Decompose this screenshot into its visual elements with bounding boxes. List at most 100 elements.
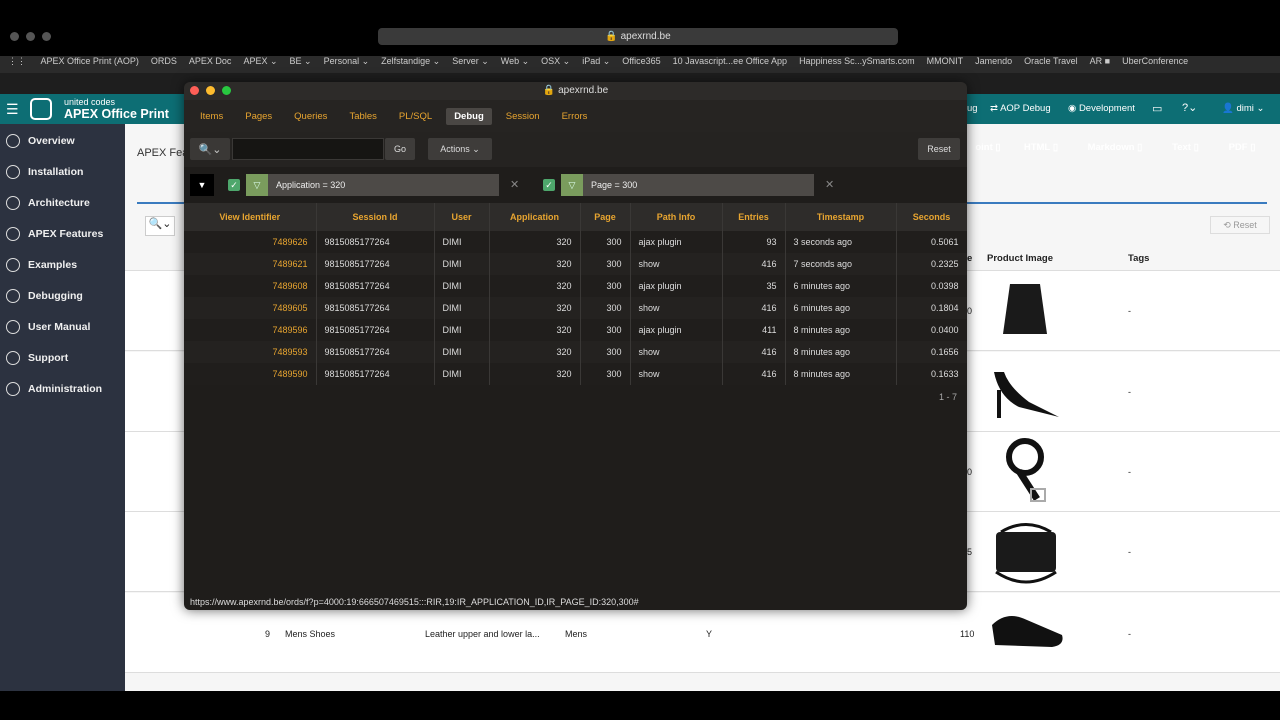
favorite-link[interactable]: BE ⌄ [290,56,312,67]
tab-debug[interactable]: Debug [446,107,492,125]
favorite-link[interactable]: OSX ⌄ [541,56,570,67]
bag-image [991,517,1057,584]
brand-line1: united codes [64,97,116,107]
cell-timestamp: 8 minutes ago [785,363,897,385]
sidebar-item-user-manual[interactable]: User Manual [0,311,125,342]
sidebar-item-apex-features[interactable]: APEX Features [0,218,125,249]
cell-timestamp: 8 minutes ago [785,341,897,363]
row-desc: Leather upper and lower la... [425,629,540,639]
view-identifier-link[interactable]: 7489590 [184,363,317,385]
markdown-export-button[interactable]: Markdown ▯ [1075,137,1155,158]
close-dot-icon[interactable] [190,86,199,95]
row-tags: - [1128,547,1131,557]
filter-checkbox-application[interactable]: ✓ [228,179,240,191]
minimize-dot-icon[interactable] [206,86,215,95]
help-icon[interactable]: ?⌄ [1182,101,1197,114]
favorite-link[interactable]: MMONIT [927,56,964,66]
reset-button[interactable]: Reset [918,138,960,160]
remove-filter-icon[interactable]: ✕ [825,178,834,191]
column-header-path-info[interactable]: Path Info [630,203,723,231]
favorite-link[interactable]: Office365 [622,56,660,66]
development-toggle[interactable]: ◉ Development [1068,103,1135,114]
sidebar-item-support[interactable]: Support [0,342,125,373]
filter-checkbox-page[interactable]: ✓ [543,179,555,191]
column-header-user[interactable]: User [434,203,490,231]
html-export-button[interactable]: HTML ▯ [1011,137,1071,158]
zoom-dot-icon[interactable] [222,86,231,95]
filter-page[interactable]: ▽ Page = 300 [561,174,814,196]
view-identifier-link[interactable]: 7489621 [184,253,317,275]
column-header-timestamp[interactable]: Timestamp [785,203,897,231]
tab-errors[interactable]: Errors [554,108,596,125]
favorite-link[interactable]: Server ⌄ [452,56,489,67]
sidebar-item-administration[interactable]: Administration [0,373,125,404]
tab-session[interactable]: Session [498,108,548,125]
remove-filter-icon[interactable]: ✕ [510,178,519,191]
favorite-link[interactable]: APEX Doc [189,56,232,66]
favorite-link[interactable]: Jamendo [975,56,1012,66]
collapse-toggle-icon[interactable]: ▼ [190,174,214,196]
powerpoint-export-button[interactable]: oint ▯ [970,137,1006,158]
view-identifier-link[interactable]: 7489608 [184,275,317,297]
user-menu[interactable]: 👤 dimi ⌄ [1222,103,1265,114]
view-identifier-link[interactable]: 7489593 [184,341,317,363]
tab-plsql[interactable]: PL/SQL [391,108,440,125]
column-header-seconds[interactable]: Seconds [896,203,967,231]
header-link-ug[interactable]: ug [967,103,978,114]
grid-icon[interactable]: ⋮⋮ [8,56,26,67]
tab-queries[interactable]: Queries [286,108,335,125]
favorite-link[interactable]: iPad ⌄ [582,56,610,67]
column-header-entries[interactable]: Entries [722,203,786,231]
view-identifier-link[interactable]: 7489626 [184,231,317,253]
column-header-session-id[interactable]: Session Id [316,203,435,231]
window-minimize-dot[interactable] [26,32,35,41]
aop-debug-link[interactable]: ⇄ AOP Debug [990,103,1051,114]
favorite-link[interactable]: Happiness Sc...ySmarts.com [799,56,915,66]
favorite-link[interactable]: AR ■ [1090,56,1110,66]
tab-pages[interactable]: Pages [237,108,280,125]
address-bar[interactable]: 🔒 apexrnd.be [378,28,898,45]
hamburger-icon[interactable]: ☰ [6,101,19,118]
tab-items[interactable]: Items [192,108,231,125]
filter-icon: ▽ [246,174,268,196]
chat-icon[interactable]: ▭ [1152,102,1162,115]
column-header-application[interactable]: Application [489,203,581,231]
favorite-link[interactable]: Web ⌄ [501,56,529,67]
cell-seconds: 0.1804 [896,297,967,319]
window-close-dot[interactable] [10,32,19,41]
sidebar-item-examples[interactable]: Examples [0,249,125,280]
view-identifier-link[interactable]: 7489605 [184,297,317,319]
pdf-export-button[interactable]: PDF ▯ [1216,137,1268,158]
sidebar-item-overview[interactable]: Overview [0,125,125,156]
favorite-link[interactable]: APEX ⌄ [243,56,277,67]
column-header-view-identifier[interactable]: View Identifier [184,203,317,231]
sidebar-item-debugging[interactable]: Debugging [0,280,125,311]
cell-path-info: show [630,341,723,363]
text-export-button[interactable]: Text ▯ [1159,137,1212,158]
view-identifier-link[interactable]: 7489596 [184,319,317,341]
window-zoom-dot[interactable] [42,32,51,41]
search-icon[interactable]: 🔍⌄ [145,216,175,236]
actions-button[interactable]: Actions ⌄ [428,138,492,160]
favorite-link[interactable]: Zelfstandige ⌄ [381,56,440,67]
table-row: 7489626 9815085177264 DIMI 320 300 ajax plugi… [184,231,967,253]
favorite-link[interactable]: UberConference [1122,56,1188,66]
bg-reset-button[interactable]: ⟲ Reset [1210,216,1270,234]
compass-icon [6,195,20,210]
search-column-icon[interactable]: 🔍⌄ [190,138,230,160]
cell-entries: 411 [722,319,786,341]
tab-tables[interactable]: Tables [341,108,384,125]
sidebar-item-installation[interactable]: Installation [0,156,125,187]
column-header-page[interactable]: Page [580,203,631,231]
filter-application[interactable]: ▽ Application = 320 [246,174,499,196]
heels-image [989,362,1059,422]
favorite-link[interactable]: APEX Office Print (AOP) [41,56,139,66]
search-input[interactable] [232,138,384,160]
aop-debug-label: AOP Debug [1000,103,1051,114]
go-button[interactable]: Go [385,138,415,160]
favorite-link[interactable]: Oracle Travel [1024,56,1078,66]
favorite-link[interactable]: 10 Javascript...ee Office App [673,56,787,66]
sidebar-item-architecture[interactable]: Architecture [0,187,125,218]
favorite-link[interactable]: Personal ⌄ [324,56,370,67]
favorite-link[interactable]: ORDS [151,56,177,66]
